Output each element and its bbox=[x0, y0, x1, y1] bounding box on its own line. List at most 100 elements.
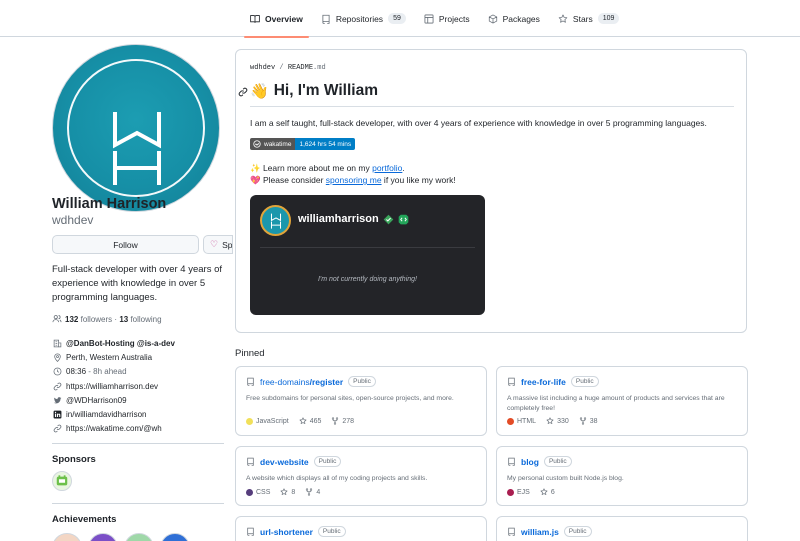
linkedin-link[interactable]: in/williamdavidharrison bbox=[66, 410, 146, 419]
repo-stars[interactable]: 8 bbox=[280, 488, 295, 496]
repo-title: william.js Public bbox=[507, 526, 592, 537]
repo-icon bbox=[508, 457, 515, 466]
repo-stars[interactable]: 6 bbox=[540, 488, 555, 496]
repo-title: url-shortener Public bbox=[246, 526, 346, 537]
follow-button[interactable]: Follow bbox=[52, 235, 199, 254]
twitter-item: @WDHarrison09 bbox=[52, 393, 224, 407]
language-color-dot bbox=[507, 417, 514, 425]
repo-icon bbox=[508, 377, 515, 386]
repo-forks[interactable]: 38 bbox=[579, 417, 598, 425]
profile-readme: wdhdev / README.md 👋 Hi, I'm William I a… bbox=[235, 49, 747, 333]
sponsor-button-label: Sponsor bbox=[222, 239, 233, 250]
tab-label: Overview bbox=[265, 13, 303, 24]
repo-forks[interactable]: 4 bbox=[305, 488, 320, 496]
readme-path-user[interactable]: wdhdev bbox=[250, 64, 275, 72]
visibility-badge: Public bbox=[543, 456, 572, 467]
repo-meta: EJS 6 bbox=[507, 488, 565, 496]
anchor-link-icon[interactable] bbox=[238, 87, 248, 97]
wakatime-logo-icon bbox=[253, 140, 261, 148]
repo-description: A website which displays all of my codin… bbox=[246, 475, 428, 482]
pinned-repo-card: free-domains/register Public Free subdom… bbox=[235, 366, 487, 436]
followers-link[interactable]: 132 followers bbox=[65, 315, 112, 324]
repo-link[interactable]: url-shortener bbox=[260, 527, 313, 537]
tab-label: Packages bbox=[502, 13, 540, 24]
hypesquad-badge-icon bbox=[383, 214, 394, 225]
tab-overview[interactable]: Overview bbox=[242, 0, 311, 38]
twitter-link[interactable]: @WDHarrison09 bbox=[66, 396, 127, 405]
followers-separator: · bbox=[114, 314, 118, 324]
following-link[interactable]: 13 following bbox=[119, 315, 161, 324]
wakatime-link[interactable]: https://wakatime.com/@wh bbox=[66, 424, 162, 433]
repo-stars[interactable]: 330 bbox=[546, 417, 569, 425]
sponsor-logo-icon bbox=[56, 475, 68, 486]
followers-line: 132 followers · 13 following bbox=[52, 314, 162, 324]
profile-avatar[interactable] bbox=[52, 44, 220, 212]
star-icon bbox=[546, 417, 554, 424]
fork-icon bbox=[332, 417, 339, 425]
tab-packages[interactable]: Packages bbox=[480, 0, 548, 37]
repo-link[interactable]: free-domains/register bbox=[260, 377, 343, 387]
divider bbox=[52, 503, 224, 504]
repo-stars[interactable]: 465 bbox=[299, 417, 321, 425]
language-color-dot bbox=[507, 488, 514, 496]
readme-portfolio-line: ✨ Learn more about me on my portfolio. bbox=[250, 163, 405, 173]
sponsoring-link[interactable]: sponsoring me bbox=[326, 175, 382, 185]
readme-path: wdhdev / README.md bbox=[250, 64, 326, 72]
sponsors-heading: Sponsors bbox=[52, 454, 96, 465]
repo-forks[interactable]: 278 bbox=[331, 417, 354, 425]
repo-title: free-domains/register Public bbox=[246, 376, 376, 387]
readme-sponsor-line: 💖 Please consider sponsoring me if you l… bbox=[250, 175, 456, 185]
fork-icon bbox=[306, 488, 313, 496]
repo-link[interactable]: blog bbox=[521, 457, 539, 467]
achievement-badge[interactable] bbox=[124, 533, 154, 541]
achievement-badges bbox=[52, 533, 190, 541]
organization-text[interactable]: @DanBot-Hosting @is-a-dev bbox=[66, 339, 175, 348]
repo-icon bbox=[247, 527, 254, 536]
wakatime-badge[interactable]: wakatime 1,624 hrs 54 mins bbox=[250, 138, 356, 150]
waving-hand-emoji: 👋 bbox=[250, 83, 269, 100]
readme-title: 👋 Hi, I'm William bbox=[250, 82, 378, 100]
stars-counter: 109 bbox=[597, 13, 620, 24]
achievement-badge[interactable] bbox=[160, 533, 190, 541]
twitter-icon bbox=[52, 395, 62, 405]
discord-avatar bbox=[260, 205, 291, 236]
link-icon bbox=[52, 424, 62, 434]
language-color-dot bbox=[246, 488, 253, 496]
sponsor-avatar[interactable] bbox=[52, 471, 72, 491]
website-link[interactable]: https://williamharrison.dev bbox=[66, 382, 158, 391]
repo-language: EJS bbox=[507, 488, 530, 496]
repo-language: HTML bbox=[507, 417, 536, 425]
tab-repositories[interactable]: Repositories 59 bbox=[313, 0, 414, 37]
readme-path-file: README bbox=[287, 64, 314, 72]
organization-icon bbox=[52, 338, 62, 348]
sponsor-button[interactable]: ♡ Sponsor bbox=[203, 235, 233, 254]
time-offset-text: - 8h ahead bbox=[88, 367, 127, 377]
star-icon bbox=[280, 488, 288, 495]
repo-description: My personal custom built Node.js blog. bbox=[507, 475, 624, 482]
divider bbox=[52, 443, 224, 444]
achievement-badge[interactable] bbox=[52, 533, 82, 541]
wh-monogram-logo bbox=[270, 213, 281, 229]
repo-link[interactable]: free-for-life bbox=[521, 377, 566, 387]
profile-sidebar: William Harrison wdhdev Follow ♡ Sponsor… bbox=[52, 44, 233, 541]
pinned-heading: Pinned bbox=[235, 348, 265, 359]
repo-meta: HTML 330 38 bbox=[507, 417, 608, 425]
repo-icon bbox=[247, 457, 254, 466]
link-icon bbox=[52, 381, 62, 391]
repo-language: JavaScript bbox=[246, 417, 289, 425]
repo-link[interactable]: william.js bbox=[521, 527, 559, 537]
location-text: Perth, Western Australia bbox=[66, 352, 153, 362]
profile-bio: Full-stack developer with over 4 years o… bbox=[52, 264, 223, 303]
visibility-badge: Public bbox=[317, 526, 346, 537]
visibility-badge: Public bbox=[563, 526, 592, 537]
tab-stars[interactable]: Stars 109 bbox=[550, 0, 628, 37]
tab-projects[interactable]: Projects bbox=[416, 0, 478, 37]
location-icon bbox=[52, 352, 62, 362]
achievement-badge[interactable] bbox=[88, 533, 118, 541]
readme-path-ext: .md bbox=[313, 64, 326, 72]
portfolio-link[interactable]: portfolio bbox=[372, 163, 402, 173]
repo-link[interactable]: dev-website bbox=[260, 457, 309, 467]
people-icon bbox=[52, 315, 62, 323]
wakatime-item: https://wakatime.com/@wh bbox=[52, 422, 224, 436]
wh-monogram-logo bbox=[113, 112, 161, 185]
